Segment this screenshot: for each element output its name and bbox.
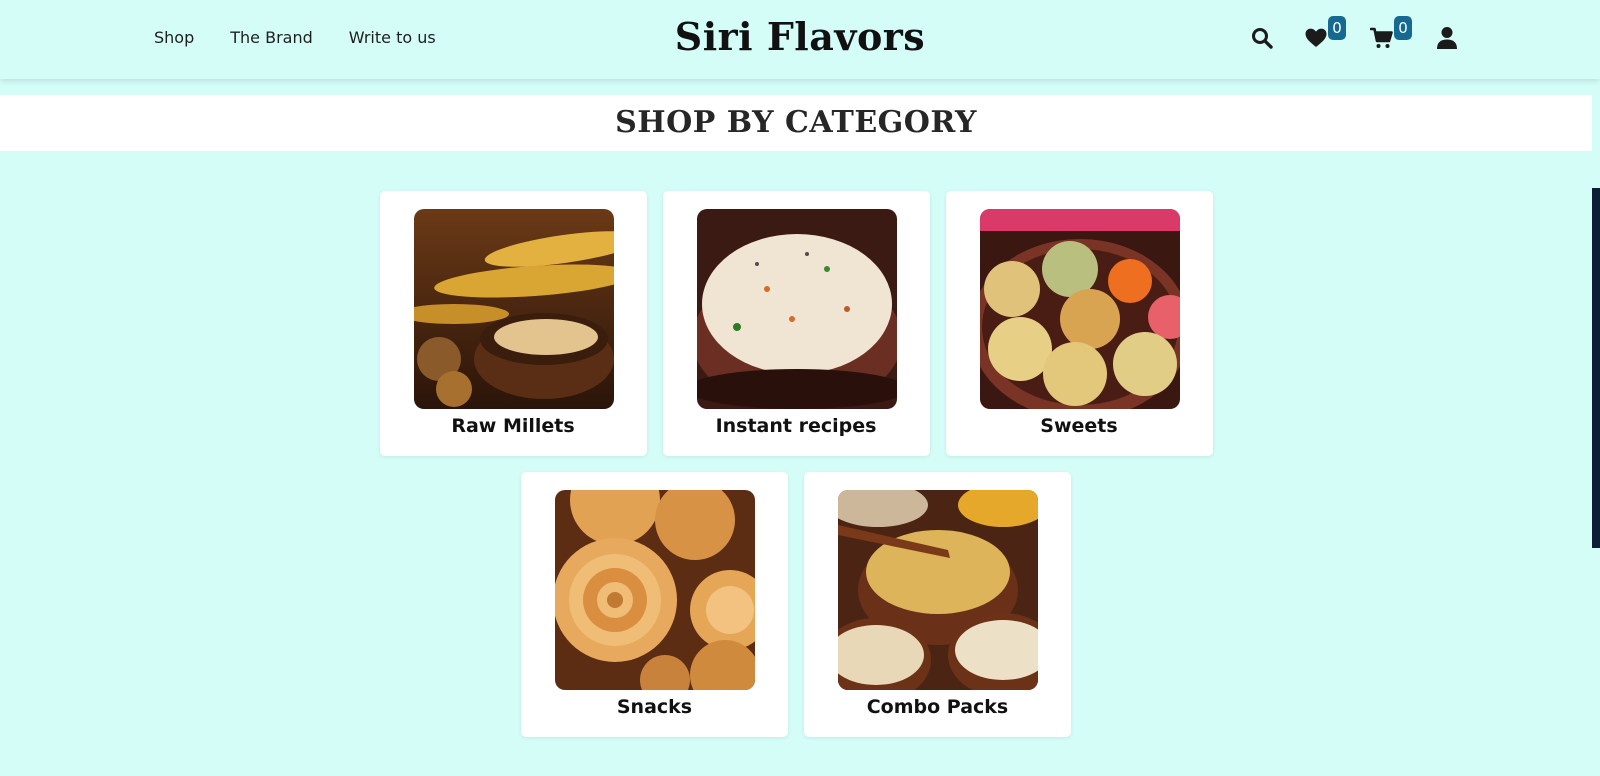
snacks-image [555,490,755,690]
main-nav: Shop The Brand Write to us [154,28,436,47]
category-row: Raw Millets Instant recipes Sweets [0,191,1600,456]
section-title: SHOP BY CATEGORY [615,105,977,140]
heart-icon [1305,28,1327,47]
nav-link-write-to-us[interactable]: Write to us [349,28,436,47]
search-button[interactable] [1250,26,1278,54]
brand-logo[interactable]: Siri Flavors [675,14,925,59]
category-card-snacks[interactable]: Snacks [521,472,788,737]
category-label: Sweets [1040,415,1118,437]
nav-link-the-brand[interactable]: The Brand [230,28,313,47]
wishlist-button[interactable]: 0 [1304,16,1346,54]
combo-packs-image [838,490,1038,690]
account-button[interactable] [1436,26,1464,54]
sweets-image [979,209,1180,409]
category-grid: Raw Millets Instant recipes Sweets Snack… [0,191,1600,753]
side-scroll-bar[interactable] [1592,188,1600,548]
nav-link-shop[interactable]: Shop [154,28,194,47]
category-label: Raw Millets [451,415,575,437]
wishlist-count-badge: 0 [1328,16,1346,40]
search-icon [1252,28,1273,49]
category-card-instant-recipes[interactable]: Instant recipes [662,191,930,456]
category-card-raw-millets[interactable]: Raw Millets [379,191,647,456]
instant-recipes-image [696,209,897,409]
category-card-sweets[interactable]: Sweets [945,191,1213,456]
site-header: Shop The Brand Write to us Siri Flavors … [0,0,1600,79]
cart-icon [1370,27,1393,48]
category-label: Combo Packs [866,696,1009,718]
category-card-combo-packs[interactable]: Combo Packs [804,472,1071,737]
category-banner: SHOP BY CATEGORY [0,95,1592,151]
category-label: Instant recipes [715,415,877,437]
user-icon [1437,27,1457,49]
raw-millets-image [413,209,614,409]
cart-button[interactable]: 0 [1370,16,1412,54]
cart-count-badge: 0 [1394,16,1412,40]
category-row: Snacks Combo Packs [0,472,1600,737]
category-label: Snacks [616,696,693,718]
